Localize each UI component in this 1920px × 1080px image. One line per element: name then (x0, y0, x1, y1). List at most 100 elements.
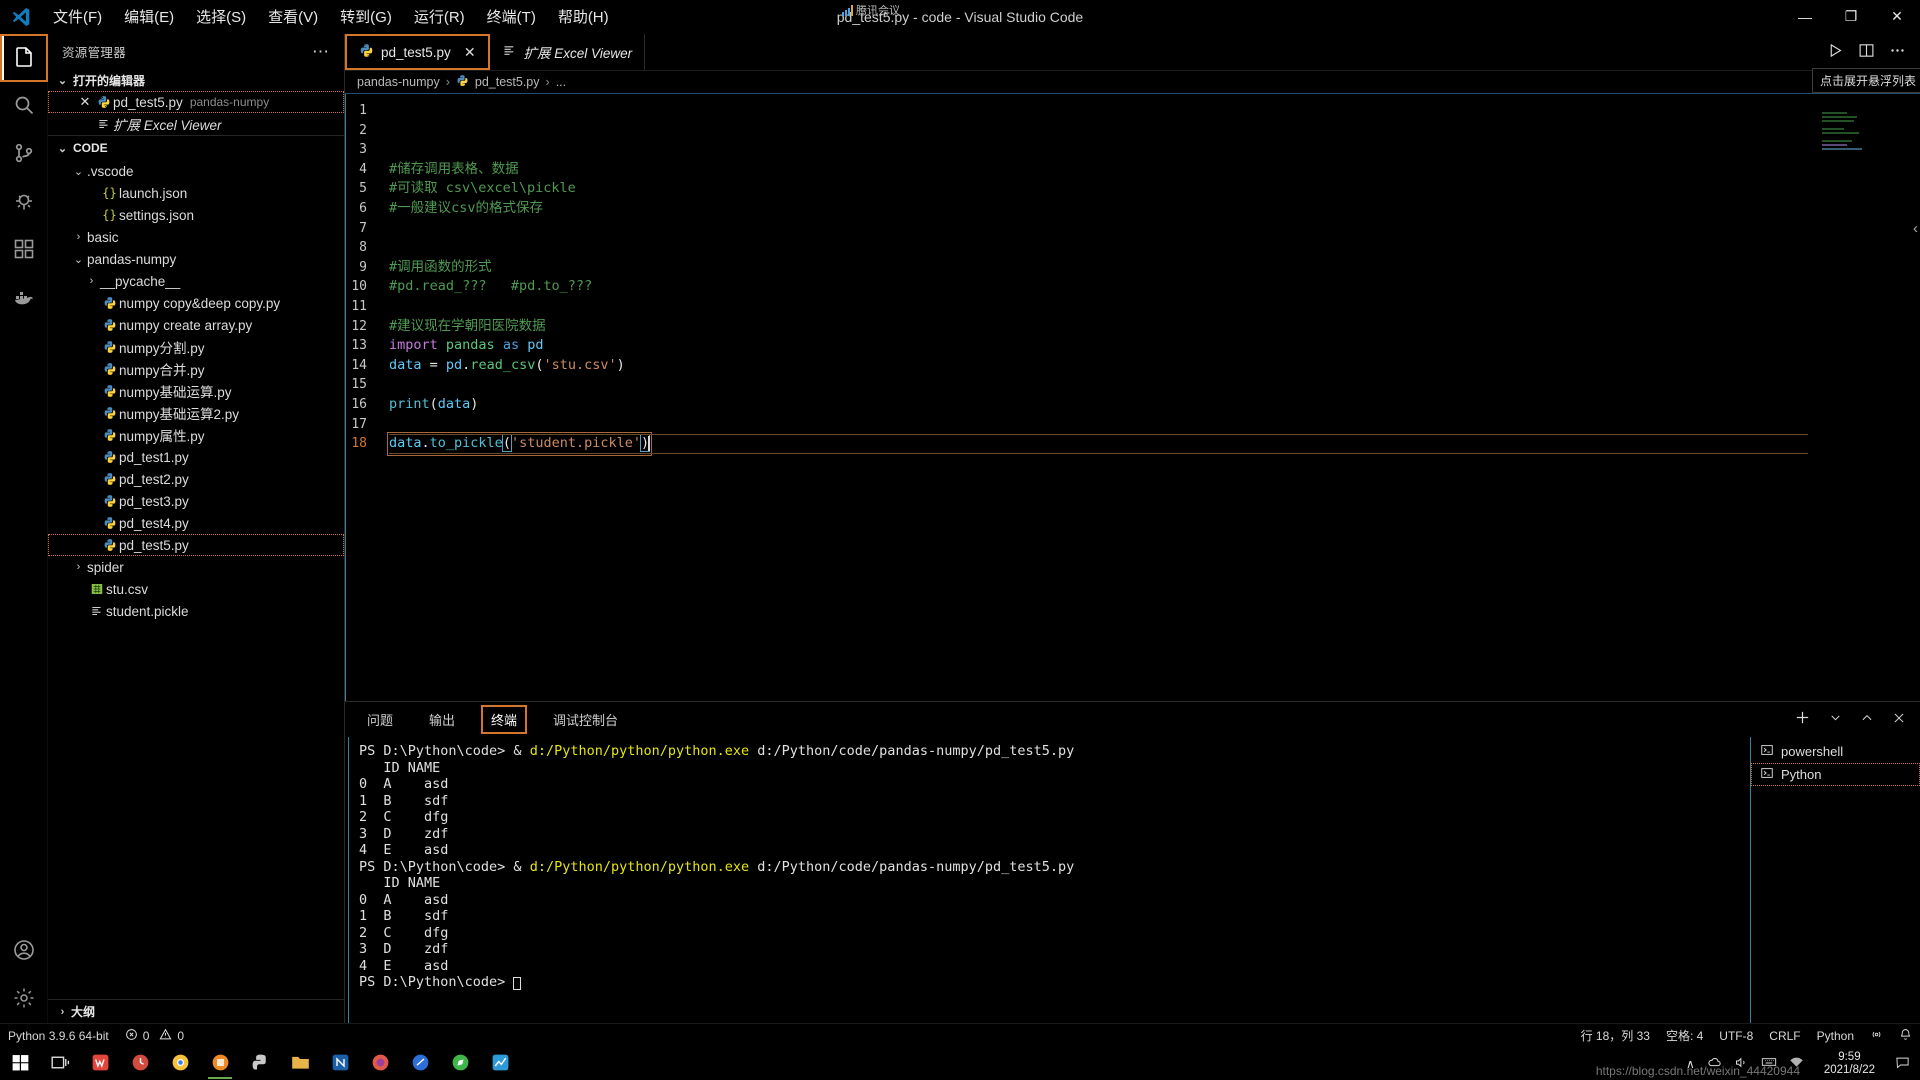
menu-run[interactable]: 运行(R) (403, 2, 476, 31)
tree-item-pd-test1-py[interactable]: pd_test1.py (48, 446, 344, 468)
status-python-interpreter[interactable]: Python 3.9.6 64-bit (0, 1029, 117, 1043)
status-encoding[interactable]: UTF-8 (1711, 1029, 1761, 1043)
outline-section-header[interactable]: › 大纲 (48, 999, 344, 1023)
status-notifications[interactable] (1891, 1028, 1920, 1044)
tree-item-numpy-py[interactable]: numpy属性.py (48, 424, 344, 446)
status-problems[interactable]: 0 0 (117, 1028, 192, 1044)
taskbar-app-vscode[interactable] (200, 1047, 240, 1080)
tree-item-basic[interactable]: ›basic (48, 226, 344, 248)
activitybar-item-explorer[interactable] (0, 34, 48, 82)
taskbar-clock[interactable]: 9:59 2021/8/22 (1816, 1051, 1883, 1077)
tree-item-numpy-py[interactable]: numpy基础运算.py (48, 380, 344, 402)
tab-close-icon[interactable]: ✕ (464, 44, 476, 61)
tree-item-pandas-numpy[interactable]: ⌄pandas-numpy (48, 248, 344, 270)
menu-go[interactable]: 转到(G) (329, 2, 403, 31)
menu-selection[interactable]: 选择(S) (185, 2, 257, 31)
tree-item--vscode[interactable]: ⌄.vscode (48, 160, 344, 182)
taskbar-app-clock[interactable] (120, 1047, 160, 1080)
panel-tab-debug-console[interactable]: 调试控制台 (543, 706, 628, 733)
close-icon[interactable] (1892, 711, 1906, 729)
tree-item-pd-test3-py[interactable]: pd_test3.py (48, 490, 344, 512)
panel-tab-terminal[interactable]: 终端 (481, 705, 527, 734)
open-editor-excel-viewer[interactable]: 扩展 Excel Viewer (48, 113, 344, 135)
tree-item-pd-test5-py[interactable]: pd_test5.py (48, 534, 344, 556)
close-button[interactable]: ✕ (1874, 0, 1920, 34)
code-editor[interactable]: 1234#储存调用表格、数据5#可读取 csv\excel\pickle6#一般… (345, 94, 1920, 701)
tree-item-numpy-py[interactable]: numpy合并.py (48, 358, 344, 380)
tree-item-student-pickle[interactable]: student.pickle (48, 600, 344, 622)
tree-item-pd-test4-py[interactable]: pd_test4.py (48, 512, 344, 534)
status-indentation[interactable]: 空格: 4 (1658, 1027, 1711, 1044)
editor-area: pd_test5.py ✕ 扩展 Excel Viewer 点击展开悬浮列表 p… (345, 34, 1920, 1023)
sidebar-more-actions-button[interactable]: ⋯ (312, 42, 330, 62)
terminal-item-python[interactable]: Python (1751, 763, 1920, 786)
task-view-button[interactable] (40, 1047, 80, 1080)
tab-excel-viewer[interactable]: 扩展 Excel Viewer (490, 34, 646, 70)
terminal-prompt: PS D:\Python\code> (359, 974, 513, 990)
breadcrumb-folder[interactable]: pandas-numpy (357, 75, 440, 89)
activitybar-item-source-control[interactable] (0, 130, 48, 178)
activitybar-item-accounts[interactable] (0, 927, 48, 975)
taskbar-app-firefox[interactable] (360, 1047, 400, 1080)
menu-terminal[interactable]: 终端(T) (476, 2, 547, 31)
minimap[interactable] (1822, 98, 1906, 154)
ellipsis-icon[interactable] (1889, 42, 1906, 62)
open-editor-pd-test5[interactable]: ✕ pd_test5.py pandas-numpy (48, 91, 344, 113)
tree-item-pd-test2-py[interactable]: pd_test2.py (48, 468, 344, 490)
taskbar-app-safari[interactable] (440, 1047, 480, 1080)
taskbar-app-wps[interactable] (80, 1047, 120, 1080)
taskbar-app-python[interactable] (240, 1047, 280, 1080)
breadcrumb-symbol[interactable]: ... (556, 75, 566, 89)
account-icon (12, 938, 36, 965)
open-editors-header[interactable]: ⌄ 打开的编辑器 (48, 69, 344, 91)
tree-item-settings-json[interactable]: {}settings.json (48, 204, 344, 226)
close-icon[interactable]: ✕ (76, 94, 94, 110)
tab-pd-test5[interactable]: pd_test5.py ✕ (345, 34, 490, 70)
menu-file[interactable]: 文件(F) (42, 2, 113, 31)
terminal-output[interactable]: PS D:\Python\code> & d:/Python/python/py… (348, 737, 1750, 1023)
chevron-up-icon[interactable] (1860, 711, 1874, 729)
activitybar-item-search[interactable] (0, 82, 48, 130)
tree-item-numpy-copy-deep-copy-py[interactable]: numpy copy&deep copy.py (48, 292, 344, 314)
activitybar-item-run-debug[interactable] (0, 178, 48, 226)
status-eol[interactable]: CRLF (1761, 1029, 1808, 1043)
menu-help[interactable]: 帮助(H) (547, 2, 620, 31)
overview-ruler-indicator[interactable]: ‹ (1913, 220, 1918, 237)
taskbar-app-explorer[interactable] (280, 1047, 320, 1080)
tree-item--pycache-[interactable]: ›__pycache__ (48, 270, 344, 292)
chevron-down-icon[interactable] (1829, 711, 1842, 728)
clock-time: 9:59 (1824, 1051, 1875, 1064)
play-icon[interactable] (1827, 42, 1844, 62)
activitybar-item-manage[interactable] (0, 975, 48, 1023)
minimize-button[interactable]: — (1782, 0, 1828, 34)
taskbar-app-notion[interactable] (320, 1047, 360, 1080)
tree-item-numpy-create-array-py[interactable]: numpy create array.py (48, 314, 344, 336)
workspace-header[interactable]: ⌄ CODE (48, 136, 344, 160)
split-editor-icon[interactable] (1858, 42, 1875, 62)
tree-item-numpy-py[interactable]: numpy分割.py (48, 336, 344, 358)
start-button[interactable] (0, 1047, 40, 1080)
menu-edit[interactable]: 编辑(E) (113, 2, 185, 31)
menu-view[interactable]: 查看(V) (257, 2, 329, 31)
status-cursor-position[interactable]: 行 18，列 33 (1573, 1027, 1658, 1044)
status-live-share[interactable] (1862, 1028, 1891, 1044)
status-language-mode[interactable]: Python (1809, 1029, 1862, 1043)
taskbar-app-chrome[interactable] (160, 1047, 200, 1080)
tree-item-numpy-2-py[interactable]: numpy基础运算2.py (48, 402, 344, 424)
tree-item-launch-json[interactable]: {}launch.json (48, 182, 344, 204)
panel-tab-problems[interactable]: 问题 (357, 706, 403, 733)
terminal-item-powershell[interactable]: powershell (1751, 740, 1920, 763)
line-number: 14 (346, 356, 389, 376)
breadcrumb-file[interactable]: pd_test5.py (475, 75, 540, 89)
taskbar-app-editor[interactable] (400, 1047, 440, 1080)
taskbar-app-chart[interactable] (480, 1047, 520, 1080)
activitybar-item-extensions[interactable] (0, 226, 48, 274)
maximize-button[interactable]: ❐ (1828, 0, 1874, 34)
notification-center-icon[interactable] (1895, 1055, 1910, 1073)
activity-bar (0, 34, 48, 1023)
tree-item-stu-csv[interactable]: stu.csv (48, 578, 344, 600)
tree-item-spider[interactable]: ›spider (48, 556, 344, 578)
plus-icon[interactable] (1794, 709, 1811, 730)
panel-tab-output[interactable]: 输出 (419, 706, 465, 733)
activitybar-item-docker[interactable] (0, 274, 48, 322)
